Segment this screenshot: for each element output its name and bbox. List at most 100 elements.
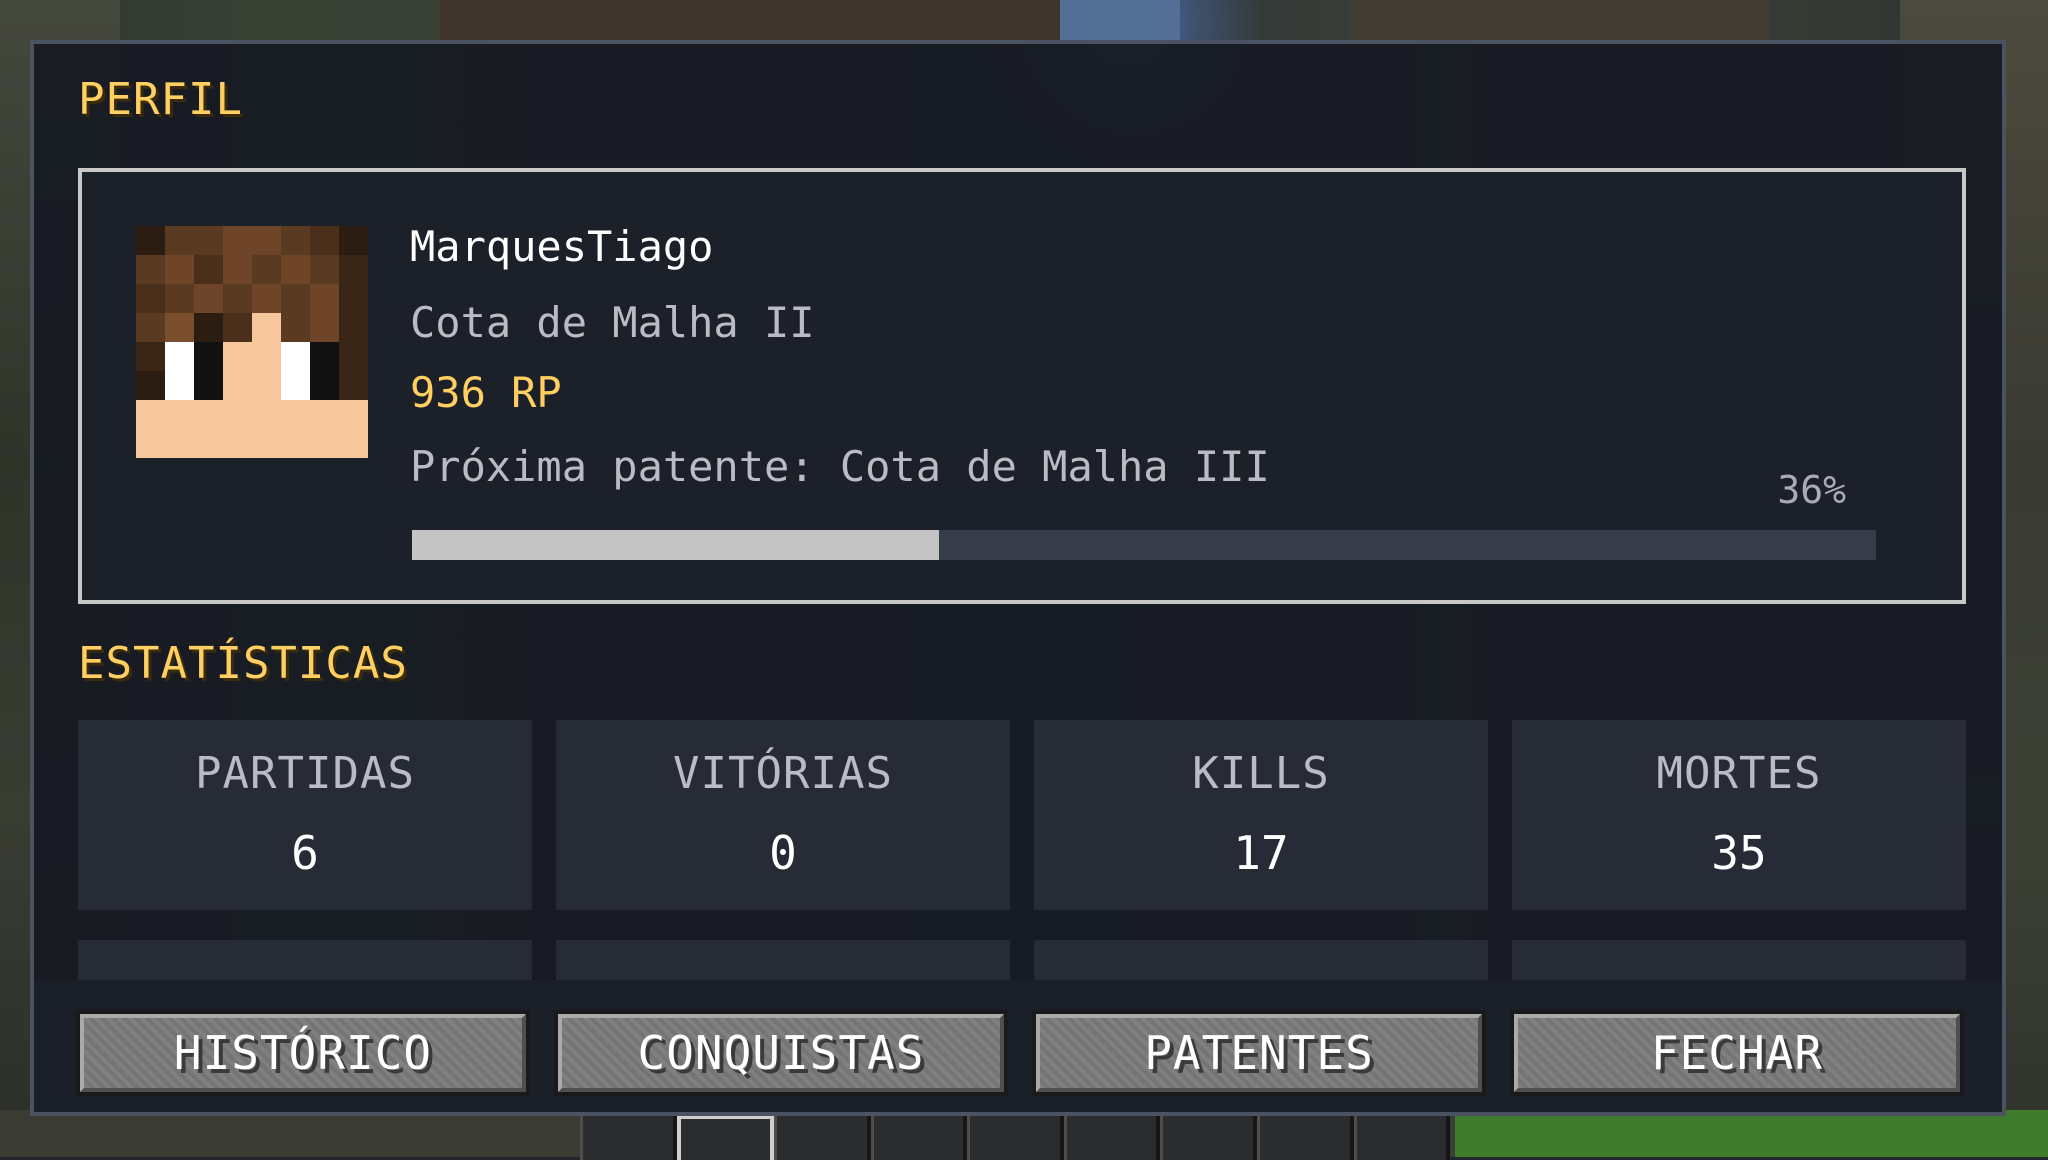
history-button[interactable]: HISTÓRICO (76, 1010, 530, 1096)
achievements-button-label: CONQUISTAS (558, 1014, 1004, 1092)
world-block-top-right (1350, 0, 1770, 45)
avatar-pixel (310, 429, 339, 458)
avatar-pixel (281, 255, 310, 284)
stat-card-clipped (1034, 940, 1488, 980)
stat-label: PARTIDAS (195, 748, 415, 799)
avatar-pixel (281, 313, 310, 342)
stat-label: KILLS (1192, 748, 1330, 799)
avatar-pixel (194, 342, 223, 371)
hotbar-slot[interactable] (870, 1115, 968, 1160)
avatar-pixel (223, 284, 252, 313)
avatar-pixel (310, 371, 339, 400)
avatar-pixel (252, 255, 281, 284)
hotbar (580, 1112, 1451, 1160)
stat-value: 0 (769, 826, 797, 880)
stat-value: 35 (1711, 826, 1767, 880)
world-grass (1455, 1110, 2048, 1157)
avatar-pixel (252, 429, 281, 458)
avatar-pixel (165, 284, 194, 313)
avatar-pixel (281, 342, 310, 371)
hotbar-slot[interactable] (967, 1115, 1064, 1160)
player-name: MarquesTiago (410, 222, 714, 271)
avatar-pixel (339, 313, 368, 342)
profile-panel: PERFIL MarquesTiago Cota de Malha II 936… (30, 40, 2006, 1116)
avatar-pixel (339, 429, 368, 458)
stats-section-title: ESTATÍSTICAS (78, 638, 408, 689)
stat-card-partidas: PARTIDAS 6 (78, 720, 532, 910)
profile-card: MarquesTiago Cota de Malha II 936 RP Pró… (78, 168, 1966, 604)
ranks-button[interactable]: PATENTES (1032, 1010, 1486, 1096)
avatar-pixel (136, 313, 165, 342)
ranks-button-label: PATENTES (1036, 1014, 1482, 1092)
stat-card-clipped (1512, 940, 1966, 980)
avatar-pixel (165, 429, 194, 458)
avatar-pixel (281, 429, 310, 458)
close-button-label: FECHAR (1514, 1014, 1960, 1092)
close-button[interactable]: FECHAR (1510, 1010, 1964, 1096)
avatar-pixel (339, 284, 368, 313)
avatar-pixel (252, 313, 281, 342)
avatar-pixel (136, 429, 165, 458)
hotbar-slot[interactable] (774, 1115, 871, 1160)
avatar-pixel (281, 371, 310, 400)
stat-label: VITÓRIAS (673, 748, 893, 799)
avatar-pixel (252, 226, 281, 255)
profile-section-title: PERFIL (78, 74, 243, 125)
avatar-pixel (281, 400, 310, 429)
avatar-pixel (194, 313, 223, 342)
avatar-pixel (252, 342, 281, 371)
avatar-pixel (339, 255, 368, 284)
world-block-bottom-left (0, 1110, 580, 1157)
avatar-pixel (136, 226, 165, 255)
player-rank-points: 936 RP (410, 368, 562, 417)
avatar-pixel (339, 342, 368, 371)
avatar-pixel (310, 226, 339, 255)
hotbar-slot[interactable] (580, 1115, 677, 1160)
rank-progress-bar (412, 530, 1876, 560)
avatar-pixel (252, 371, 281, 400)
player-avatar (136, 226, 368, 458)
avatar-pixel (310, 255, 339, 284)
avatar-pixel (136, 400, 165, 429)
avatar-pixel (252, 284, 281, 313)
avatar-pixel (339, 371, 368, 400)
avatar-pixel (223, 400, 252, 429)
hotbar-slot[interactable] (1063, 1115, 1161, 1160)
avatar-pixel (194, 400, 223, 429)
world-block-top (440, 0, 1080, 45)
stat-card-clipped (556, 940, 1010, 980)
achievements-button[interactable]: CONQUISTAS (554, 1010, 1008, 1096)
avatar-pixel (223, 342, 252, 371)
avatar-pixel (194, 255, 223, 284)
world-sky (1060, 0, 1180, 45)
avatar-pixel (339, 400, 368, 429)
avatar-pixel (165, 255, 194, 284)
avatar-pixel (136, 342, 165, 371)
avatar-pixel (165, 313, 194, 342)
avatar-pixel (223, 313, 252, 342)
avatar-pixel (310, 313, 339, 342)
hotbar-slot[interactable] (1256, 1115, 1354, 1160)
avatar-pixel (136, 371, 165, 400)
hotbar-slot[interactable] (1160, 1115, 1257, 1160)
avatar-pixel (281, 284, 310, 313)
rank-progress-fill (412, 530, 940, 560)
avatar-pixel (194, 371, 223, 400)
next-rank-label: Próxima patente: Cota de Malha III (410, 442, 1270, 491)
avatar-pixel (223, 371, 252, 400)
stat-card-mortes: MORTES 35 (1512, 720, 1966, 910)
hotbar-slot-selected[interactable] (676, 1115, 775, 1160)
avatar-pixel (339, 226, 368, 255)
stat-label: MORTES (1656, 748, 1822, 799)
stat-card-kills: KILLS 17 (1034, 720, 1488, 910)
avatar-pixel (252, 400, 281, 429)
stat-value: 17 (1233, 826, 1289, 880)
avatar-pixel (281, 226, 310, 255)
avatar-pixel (194, 226, 223, 255)
hotbar-slot[interactable] (1353, 1115, 1451, 1160)
avatar-pixel (310, 400, 339, 429)
progress-percent: 36% (1777, 468, 1846, 512)
avatar-pixel (310, 342, 339, 371)
avatar-pixel (310, 284, 339, 313)
avatar-pixel (223, 255, 252, 284)
